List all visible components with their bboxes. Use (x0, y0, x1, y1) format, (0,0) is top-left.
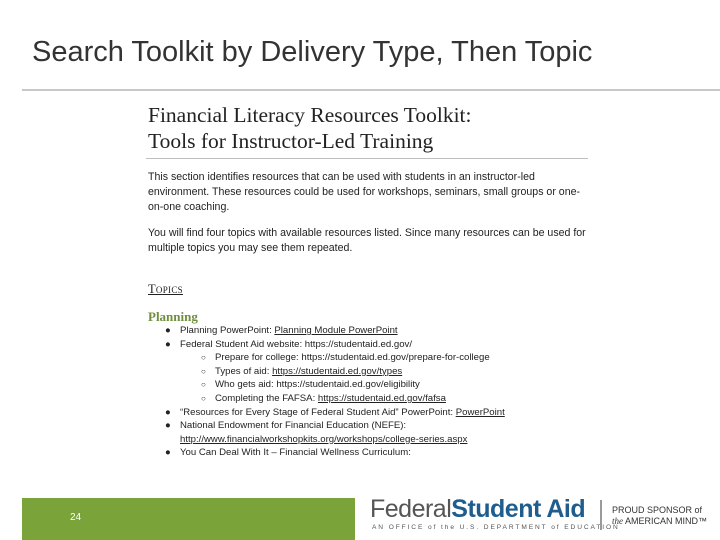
circle-bullet-icon: ○ (201, 393, 206, 403)
slide-title: Search Toolkit by Delivery Type, Then To… (32, 36, 593, 68)
types-of-aid-link[interactable]: https://studentaid.ed.gov/types (272, 366, 402, 377)
fsa-website-link[interactable]: Federal Student Aid website: https://stu… (180, 339, 412, 350)
slide-footer: 24 FederalStudent Aid AN OFFICE of the U… (0, 495, 720, 540)
planning-powerpoint-link[interactable]: Planning Module PowerPoint (274, 325, 397, 336)
toolkit-document: Financial Literacy Resources Toolkit: To… (140, 92, 600, 484)
topics-heading: Topics (148, 282, 183, 296)
bullet-icon: ● (165, 325, 171, 336)
sub-list-item: ○ Types of aid: https://studentaid.ed.go… (201, 365, 403, 377)
document-title: Financial Literacy Resources Toolkit: To… (148, 102, 472, 154)
document-title-line-2: Tools for Instructor-Led Training (148, 129, 434, 153)
topics-paragraph: You will find four topics with available… (148, 227, 586, 254)
logo-tagline: AN OFFICE of the U.S. DEPARTMENT of EDUC… (372, 524, 620, 531)
logo-divider (600, 500, 602, 530)
circle-bullet-icon: ○ (201, 380, 206, 390)
footer-green-bar: 24 (22, 498, 355, 540)
nefe-link[interactable]: http://www.financialworkshopkits.org/wor… (180, 434, 467, 445)
planning-heading: Planning (148, 309, 198, 324)
list-item-continuation: http://www.financialworkshopkits.org/wor… (140, 433, 600, 447)
sub-list-item: ○ Completing the FAFSA: https://studenta… (201, 392, 446, 404)
list-item: ● National Endowment for Financial Educa… (165, 420, 407, 432)
circle-bullet-icon: ○ (201, 353, 206, 363)
sponsor-text: PROUD SPONSOR of the AMERICAN MIND™ (612, 505, 708, 526)
resources-powerpoint-link[interactable]: PowerPoint (456, 407, 505, 418)
list-item: ● You Can Deal With It – Financial Welln… (165, 447, 411, 459)
list-item: ● Federal Student Aid website: https://s… (140, 338, 600, 352)
list-item: ● “Resources for Every Stage of Federal … (165, 406, 505, 418)
planning-resource-list: ● Planning PowerPoint: Planning Module P… (140, 324, 600, 460)
list-item: ● Planning PowerPoint: Planning Module P… (165, 325, 398, 336)
bullet-icon: ● (165, 338, 171, 350)
bullet-icon: ● (165, 420, 171, 432)
fafsa-link[interactable]: https://studentaid.ed.gov/fafsa (318, 393, 446, 404)
bullet-icon: ● (165, 447, 171, 459)
prepare-for-college-link[interactable]: Prepare for college: https://studentaid.… (215, 352, 490, 363)
document-title-divider (146, 158, 588, 159)
title-divider (22, 89, 720, 91)
intro-paragraph: This section identifies resources that c… (148, 171, 581, 213)
circle-bullet-icon: ○ (201, 366, 206, 376)
federal-student-aid-logo: FederalStudent Aid AN OFFICE of the U.S.… (370, 495, 620, 531)
page-number: 24 (70, 512, 82, 523)
sub-list-item: ○ Who gets aid: https://studentaid.ed.go… (140, 378, 600, 392)
document-title-line-1: Financial Literacy Resources Toolkit: (148, 103, 472, 127)
sub-list-item: ○ Prepare for college: https://studentai… (140, 351, 600, 365)
who-gets-aid-link[interactable]: Who gets aid: https://studentaid.ed.gov/… (215, 379, 420, 390)
bullet-icon: ● (165, 406, 171, 418)
